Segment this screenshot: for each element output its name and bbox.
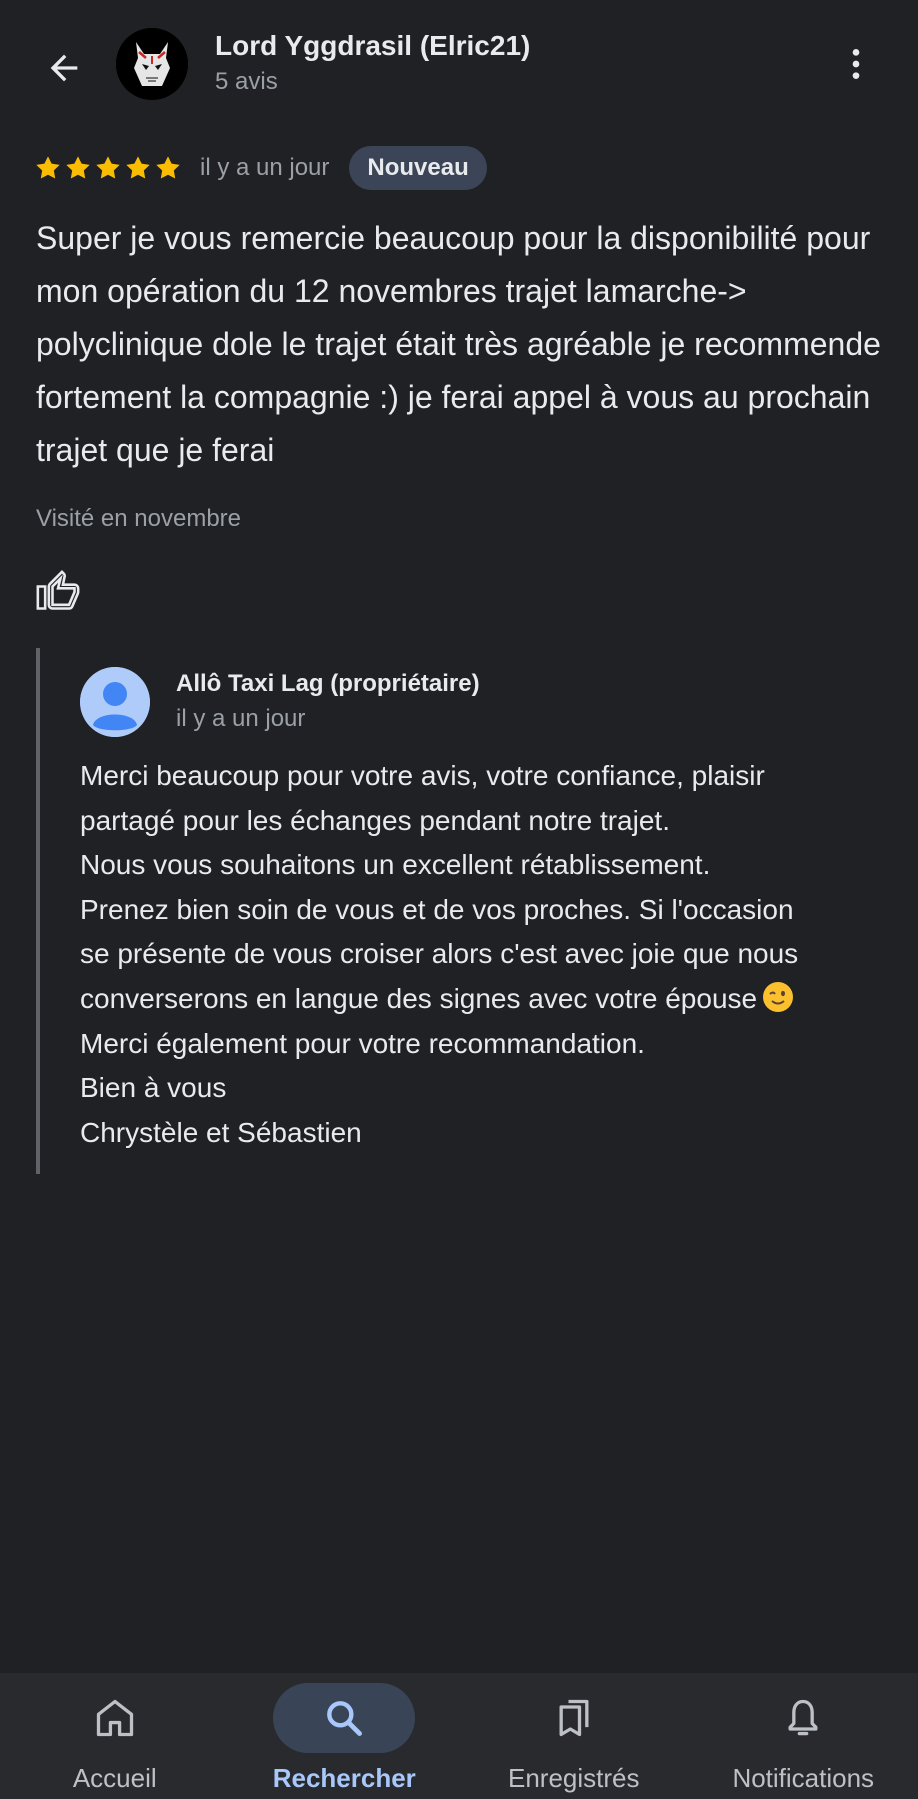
thumb-up-icon bbox=[36, 570, 80, 610]
more-options-button[interactable] bbox=[832, 40, 880, 88]
new-badge: Nouveau bbox=[349, 146, 487, 190]
star-icon bbox=[96, 156, 120, 179]
mask-icon bbox=[116, 28, 188, 100]
reply-line: Merci également pour votre recommandatio… bbox=[80, 1027, 645, 1059]
reviewer-name[interactable]: Lord Yggdrasil (Elric21) bbox=[215, 30, 530, 62]
review-time: il y a un jour bbox=[200, 154, 330, 181]
nav-item-enregistres[interactable]: Enregistrés bbox=[459, 1673, 689, 1799]
review-header: Lord Yggdrasil (Elric21) 5 avis bbox=[0, 0, 918, 130]
review-count: 5 avis bbox=[215, 68, 278, 95]
owner-reply-time: il y a un jour bbox=[176, 705, 306, 732]
bookmarks-icon bbox=[559, 1699, 589, 1737]
search-icon bbox=[327, 1701, 363, 1736]
star-icon bbox=[66, 156, 90, 179]
reply-line: Chrystèle et Sébastien bbox=[80, 1116, 362, 1148]
person-icon bbox=[80, 667, 150, 737]
owner-reply: Allô Taxi Lag (propriétaire) il y a un j… bbox=[36, 648, 900, 1174]
reply-line: partagé pour les échanges pendant notre … bbox=[80, 804, 670, 836]
star-rating bbox=[34, 154, 182, 182]
reply-line: se présente de vous croiser alors c'est … bbox=[80, 938, 799, 970]
arrow-back-icon bbox=[50, 54, 78, 82]
reply-line: Prenez bien soin de vous et de vos proch… bbox=[80, 893, 794, 925]
reviewer-avatar[interactable] bbox=[116, 28, 188, 100]
winking-face-icon bbox=[763, 981, 794, 1012]
nav-icon-container bbox=[732, 1683, 874, 1753]
owner-name: Allô Taxi Lag (propriétaire) bbox=[176, 670, 480, 697]
nav-label: Rechercher bbox=[272, 1763, 416, 1793]
bottom-navigation: Accueil Rechercher Enregistrés Notificat… bbox=[0, 1673, 918, 1799]
owner-avatar bbox=[80, 667, 150, 737]
reply-line-with-emoji: converserons en langue des signes avec v… bbox=[80, 977, 900, 1022]
star-icon bbox=[36, 156, 60, 179]
like-button[interactable] bbox=[34, 568, 82, 616]
nav-item-notifications[interactable]: Notifications bbox=[689, 1673, 918, 1799]
visited-date: Visité en novembre bbox=[36, 505, 242, 532]
reply-line: Merci beaucoup pour votre avis, votre co… bbox=[80, 760, 765, 791]
reply-line: Bien à vous bbox=[80, 1072, 227, 1104]
nav-item-accueil[interactable]: Accueil bbox=[0, 1673, 230, 1799]
nav-icon-container bbox=[503, 1683, 645, 1753]
owner-reply-text: Merci beaucoup pour votre avis, votre co… bbox=[80, 754, 900, 1155]
home-icon bbox=[96, 1699, 133, 1737]
nav-icon-container bbox=[273, 1683, 416, 1753]
nav-icon-container bbox=[44, 1683, 186, 1753]
nav-label: Accueil bbox=[72, 1763, 157, 1793]
bell-icon bbox=[788, 1699, 818, 1736]
review-text: Super je vous remercie beaucoup pour la … bbox=[36, 220, 881, 468]
rating-row: il y a un jour Nouveau bbox=[34, 146, 487, 190]
star-icon bbox=[156, 156, 180, 179]
nav-item-rechercher[interactable]: Rechercher bbox=[230, 1673, 460, 1799]
reply-line: converserons en langue des signes avec v… bbox=[80, 982, 758, 1014]
reply-line: Nous vous souhaitons un excellent rétabl… bbox=[80, 849, 711, 881]
star-icon bbox=[126, 156, 150, 179]
back-button[interactable] bbox=[36, 40, 92, 96]
nav-label: Enregistrés bbox=[508, 1763, 640, 1793]
more-vert-icon bbox=[852, 49, 860, 79]
nav-label: Notifications bbox=[732, 1763, 875, 1793]
